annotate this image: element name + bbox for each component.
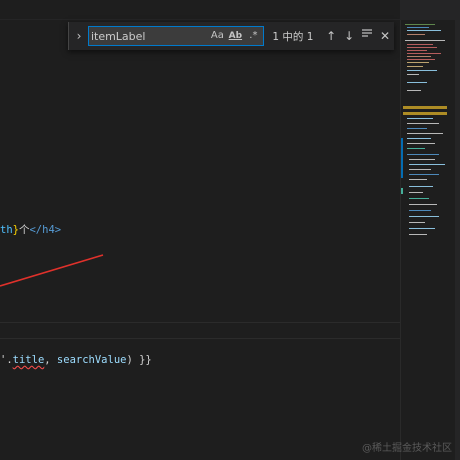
minimap-content (401, 24, 447, 235)
watermark: @稀土掘金技术社区 (362, 443, 452, 454)
vertical-scrollbar[interactable] (455, 20, 460, 460)
annotation-arrow (0, 254, 104, 287)
minimap[interactable] (400, 20, 460, 460)
